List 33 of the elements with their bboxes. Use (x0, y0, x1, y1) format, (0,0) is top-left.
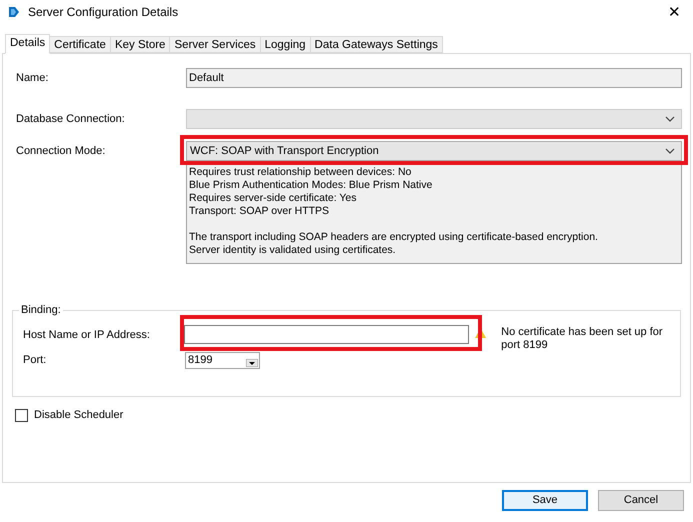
app-logo-icon (8, 6, 20, 18)
description-line: Requires server-side certificate: Yes (189, 192, 358, 205)
chevron-down-icon (665, 116, 675, 122)
chevron-down-icon (665, 148, 675, 154)
tab[interactable]: Logging (260, 36, 311, 53)
field-label: Connection Mode: (15, 144, 106, 159)
tab[interactable]: Data Gateways Settings (310, 36, 443, 53)
tab[interactable]: Key Store (110, 36, 170, 53)
spin-down-icon (246, 359, 258, 367)
field-label: Database Connection: (15, 112, 126, 127)
description-line: Blue Prism Authentication Modes: Blue Prism Native (189, 179, 434, 192)
description-line: Server identity is validated using certificates. (189, 244, 397, 257)
field-label: Name: (15, 70, 50, 86)
checkbox[interactable] (15, 408, 28, 422)
description-line: Transport: SOAP over HTTPS (189, 205, 330, 218)
description-line: The transport including SOAP headers are encrypted using certificate-based encryption. (189, 231, 599, 244)
field-label: Port: (22, 353, 48, 368)
description-line: Requires trust relationship between devices: No (189, 166, 412, 179)
warning-message: No certificate has been set up for port 8199 (501, 325, 664, 352)
dialog-button[interactable]: Cancel (598, 490, 684, 511)
field-label: Host Name or IP Address: (22, 328, 151, 343)
host-input[interactable] (184, 325, 470, 344)
close-button[interactable]: ✕ (668, 4, 681, 20)
tab[interactable]: Details (5, 34, 50, 54)
port-spinner[interactable]: 8199 (185, 352, 260, 369)
tab[interactable]: Certificate (50, 36, 111, 53)
tab[interactable]: Server Services (170, 36, 261, 53)
checkbox-label: Disable Scheduler (34, 408, 124, 423)
connection-mode-dropdown[interactable]: WCF: SOAP with Transport Encryption (186, 141, 682, 161)
name-field[interactable]: Default (186, 68, 682, 88)
window-title: Server Configuration Details (28, 4, 178, 21)
dialog-button[interactable]: Save (502, 490, 588, 511)
group-label: Binding: (19, 303, 63, 317)
